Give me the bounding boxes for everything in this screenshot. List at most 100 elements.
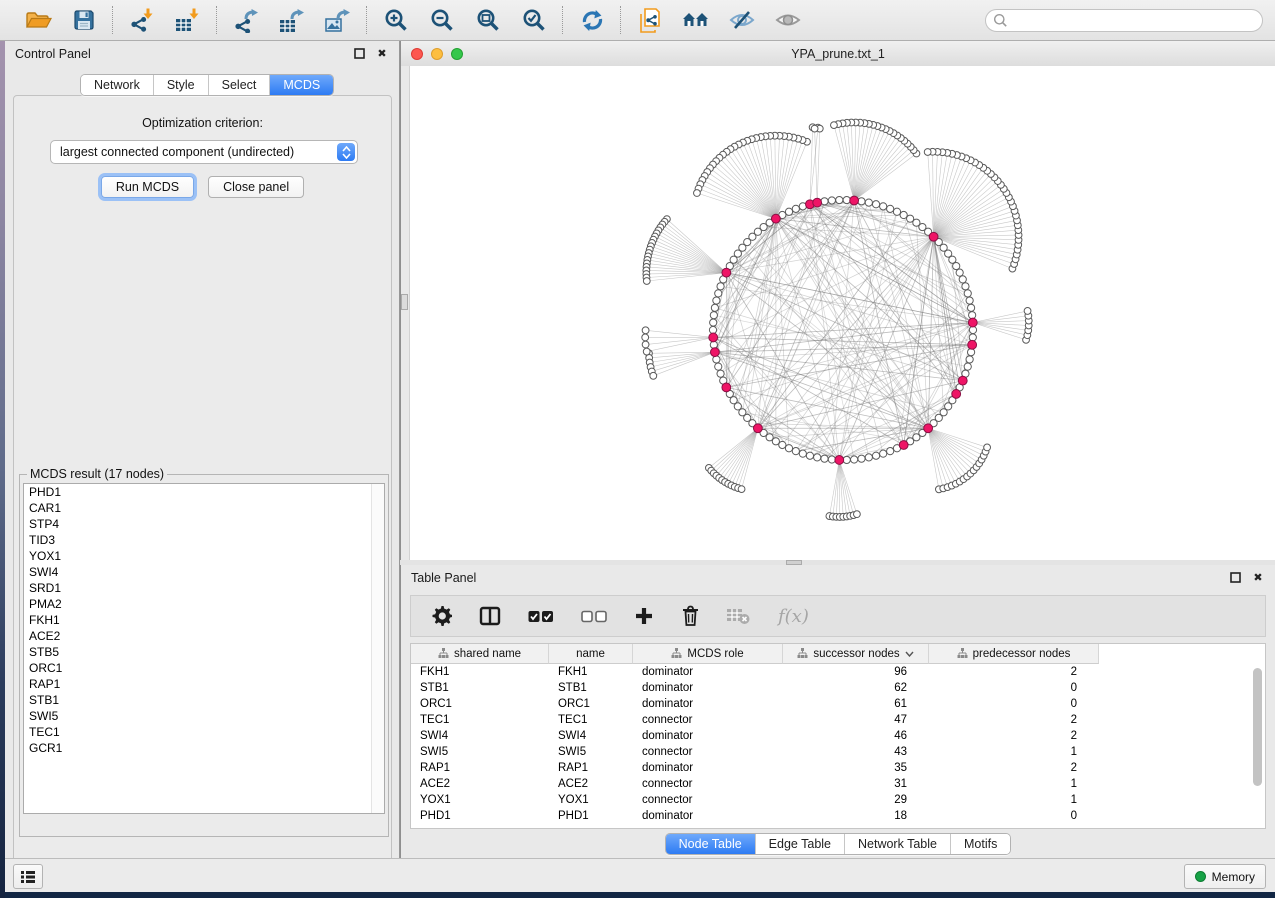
- tab-edge-table[interactable]: Edge Table: [755, 834, 844, 854]
- zoom-out-icon[interactable]: [427, 5, 457, 35]
- maximize-traffic-icon[interactable]: [451, 48, 463, 60]
- minimize-traffic-icon[interactable]: [431, 48, 443, 60]
- mcds-node-item[interactable]: ORC1: [24, 660, 384, 676]
- table-row[interactable]: PHD1PHD1dominator180: [411, 808, 1265, 824]
- tab-motifs[interactable]: Motifs: [950, 834, 1010, 854]
- mcds-node-item[interactable]: STB1: [24, 692, 384, 708]
- network-window-title: YPA_prune.txt_1: [401, 47, 1275, 61]
- mcds-node-item[interactable]: PMA2: [24, 596, 384, 612]
- gear-icon[interactable]: [431, 606, 452, 627]
- table-row[interactable]: TEC1TEC1connector472: [411, 712, 1265, 728]
- import-network-icon[interactable]: [127, 5, 157, 35]
- mcds-node-item[interactable]: FKH1: [24, 612, 384, 628]
- close-panel-button[interactable]: Close panel: [208, 176, 304, 198]
- table-row[interactable]: RAP1RAP1dominator352: [411, 760, 1265, 776]
- optimization-criterion-select[interactable]: largest connected component (undirected): [50, 140, 358, 164]
- column-view-icon[interactable]: [479, 606, 501, 626]
- tree-icon: [797, 648, 808, 659]
- node-table-header: shared namenameMCDS rolesuccessor nodesp…: [411, 644, 1265, 664]
- run-mcds-button[interactable]: Run MCDS: [101, 176, 194, 198]
- tab-mcds[interactable]: MCDS: [269, 75, 333, 95]
- column-header-name[interactable]: name: [549, 644, 633, 664]
- column-header-successor-nodes[interactable]: successor nodes: [783, 644, 929, 664]
- mcds-node-item[interactable]: SWI5: [24, 708, 384, 724]
- table-cell: RAP1: [549, 760, 633, 776]
- mcds-node-item[interactable]: CAR1: [24, 500, 384, 516]
- horizontal-splitter[interactable]: [400, 560, 1275, 565]
- mcds-node-item[interactable]: ACE2: [24, 628, 384, 644]
- close-traffic-icon[interactable]: [411, 48, 423, 60]
- table-cell: 1: [929, 776, 1099, 792]
- table-row[interactable]: ACE2ACE2connector311: [411, 776, 1265, 792]
- table-cell: 0: [929, 808, 1099, 824]
- tab-node-table[interactable]: Node Table: [666, 834, 755, 854]
- splitter-grip-icon[interactable]: [786, 560, 802, 565]
- scrollbar-thumb[interactable]: [1253, 668, 1262, 786]
- table-cell: TEC1: [549, 712, 633, 728]
- export-network-icon[interactable]: [231, 5, 261, 35]
- table-cell: dominator: [633, 728, 783, 744]
- clone-network-icon[interactable]: [635, 5, 665, 35]
- mcds-node-item[interactable]: SRD1: [24, 580, 384, 596]
- table-cell: PHD1: [549, 808, 633, 824]
- memory-button[interactable]: Memory: [1184, 864, 1266, 889]
- mcds-node-item[interactable]: TID3: [24, 532, 384, 548]
- tab-network-table[interactable]: Network Table: [844, 834, 950, 854]
- table-row[interactable]: YOX1YOX1connector291: [411, 792, 1265, 808]
- zoom-fit-icon[interactable]: [473, 5, 503, 35]
- table-cell: SWI5: [411, 744, 549, 760]
- deselect-all-icon[interactable]: [581, 610, 607, 623]
- table-cell: 43: [783, 744, 929, 760]
- neighbors-icon[interactable]: [681, 5, 711, 35]
- task-history-button[interactable]: [13, 864, 43, 889]
- table-row[interactable]: SWI5SWI5connector431: [411, 744, 1265, 760]
- search-box[interactable]: [985, 9, 1263, 32]
- mcds-node-item[interactable]: STB5: [24, 644, 384, 660]
- tab-select[interactable]: Select: [208, 75, 270, 95]
- table-cell: 46: [783, 728, 929, 744]
- export-image-icon[interactable]: [323, 5, 353, 35]
- mcds-node-item[interactable]: RAP1: [24, 676, 384, 692]
- import-table-icon[interactable]: [173, 5, 203, 35]
- mcds-node-item[interactable]: PHD1: [24, 484, 384, 500]
- splitter-grip-icon[interactable]: [401, 294, 408, 310]
- mcds-list-scrollbar[interactable]: [371, 484, 384, 813]
- refresh-icon[interactable]: [577, 5, 607, 35]
- close-icon[interactable]: ✖: [375, 47, 389, 61]
- column-header-MCDS-role[interactable]: MCDS role: [633, 644, 783, 664]
- delete-column-icon[interactable]: [681, 605, 700, 627]
- mcds-node-item[interactable]: STP4: [24, 516, 384, 532]
- table-row[interactable]: STB1STB1dominator620: [411, 680, 1265, 696]
- table-row[interactable]: FKH1FKH1dominator962: [411, 664, 1265, 680]
- show-eye-icon[interactable]: [773, 5, 803, 35]
- mcds-node-item[interactable]: TEC1: [24, 724, 384, 740]
- table-cell: ACE2: [549, 776, 633, 792]
- table-cell: FKH1: [549, 664, 633, 680]
- column-header-shared-name[interactable]: shared name: [411, 644, 549, 664]
- close-icon[interactable]: ✖: [1251, 571, 1265, 585]
- hide-eye-icon[interactable]: [727, 5, 757, 35]
- save-icon[interactable]: [69, 5, 99, 35]
- select-all-icon[interactable]: [528, 610, 554, 623]
- network-left-splitter[interactable]: [401, 66, 410, 560]
- table-row[interactable]: SWI4SWI4dominator462: [411, 728, 1265, 744]
- tab-style[interactable]: Style: [153, 75, 208, 95]
- search-input[interactable]: [1008, 10, 1262, 30]
- export-table-icon[interactable]: [277, 5, 307, 35]
- column-header-predecessor-nodes[interactable]: predecessor nodes: [929, 644, 1099, 664]
- mcds-node-item[interactable]: SWI4: [24, 564, 384, 580]
- zoom-selected-icon[interactable]: [519, 5, 549, 35]
- tab-network[interactable]: Network: [81, 75, 153, 95]
- float-icon[interactable]: [352, 47, 366, 61]
- add-column-icon[interactable]: [634, 606, 654, 626]
- float-icon[interactable]: [1228, 571, 1242, 585]
- tree-icon: [671, 648, 682, 659]
- zoom-in-icon[interactable]: [381, 5, 411, 35]
- open-folder-icon[interactable]: [23, 5, 53, 35]
- network-canvas[interactable]: [401, 66, 1275, 560]
- mcds-node-item[interactable]: YOX1: [24, 548, 384, 564]
- mcds-result-list: PHD1CAR1STP4TID3YOX1SWI4SRD1PMA2FKH1ACE2…: [23, 483, 385, 814]
- table-row[interactable]: ORC1ORC1dominator610: [411, 696, 1265, 712]
- mcds-node-item[interactable]: GCR1: [24, 740, 384, 756]
- table-scrollbar[interactable]: [1252, 666, 1263, 825]
